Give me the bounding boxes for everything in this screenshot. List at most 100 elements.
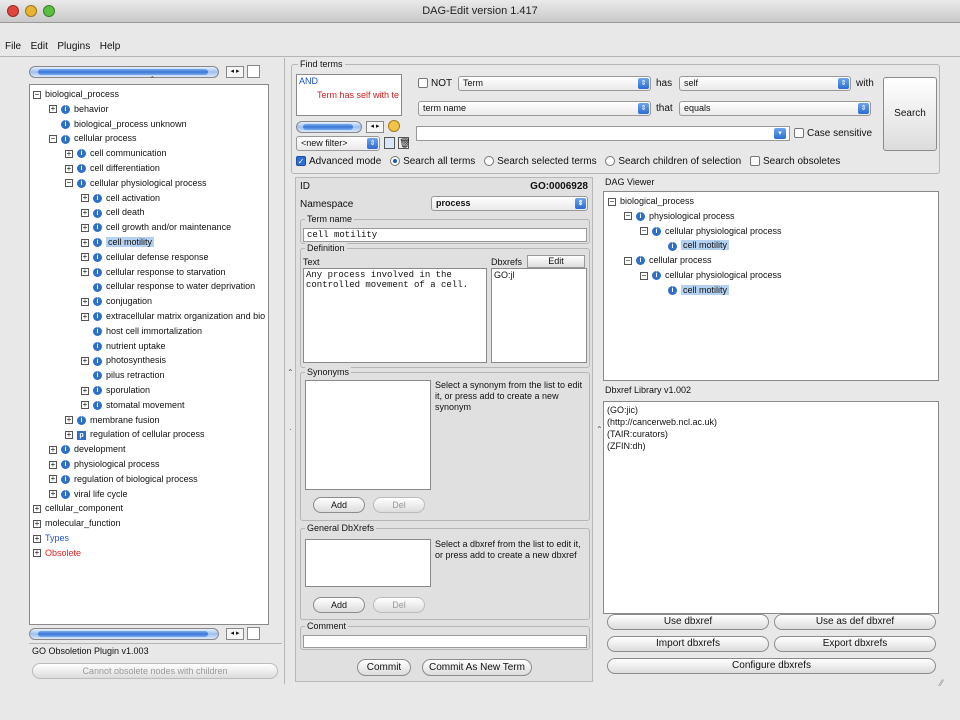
- tree-node[interactable]: + p regulation of cellular process: [65, 427, 205, 442]
- case-sensitive-checkbox[interactable]: [794, 128, 804, 139]
- definition-text[interactable]: Any process involved in the controlled m…: [303, 268, 487, 363]
- tree-node[interactable]: + i physiological process: [49, 457, 160, 472]
- right-splitter-arrow-icon[interactable]: ⌃: [596, 425, 603, 434]
- tree-scroll-arrows-top[interactable]: ◂ ▸: [226, 66, 244, 78]
- expand-icon[interactable]: +: [65, 416, 73, 425]
- dag-viewer-tree[interactable]: − biological_process − i physiological proce…: [603, 191, 939, 381]
- tree-scroll-arrows-bottom[interactable]: ◂ ▸: [226, 628, 244, 640]
- tree-node[interactable]: + molecular_function: [33, 516, 121, 531]
- dbxref-library-item[interactable]: (GO:jic): [604, 404, 938, 416]
- tree-node[interactable]: + i cell communication: [65, 146, 167, 161]
- expand-icon[interactable]: +: [49, 475, 57, 484]
- tree-node[interactable]: + i sporulation: [81, 383, 150, 398]
- equals-select[interactable]: equals ⇕: [679, 101, 871, 116]
- case-sensitive-row[interactable]: Case sensitive: [794, 128, 872, 139]
- namespace-select[interactable]: process ⇕: [431, 196, 588, 211]
- comment-input[interactable]: [303, 635, 587, 648]
- tree-node[interactable]: + i cellular defense response: [81, 250, 209, 265]
- expand-icon[interactable]: +: [49, 460, 57, 469]
- tree-scrollbar-top[interactable]: [29, 66, 219, 78]
- tree-node[interactable]: i cell motility: [656, 238, 730, 253]
- dbxref-library-item[interactable]: (http://cancerweb.ncl.ac.uk): [604, 416, 938, 428]
- expand-icon[interactable]: +: [81, 268, 89, 277]
- tree-node[interactable]: + cellular_component: [33, 501, 123, 516]
- expand-icon[interactable]: +: [33, 549, 41, 558]
- definition-dbxref-item[interactable]: GO:jl: [494, 270, 515, 280]
- term-name-input[interactable]: cell motility: [303, 228, 587, 242]
- tree-node[interactable]: + i development: [49, 442, 126, 457]
- search-selected-radio[interactable]: [484, 156, 495, 167]
- expand-icon[interactable]: +: [81, 238, 89, 247]
- not-checkbox-row[interactable]: NOT: [418, 78, 452, 89]
- tree-node[interactable]: + i cell activation: [81, 191, 160, 206]
- tree-node[interactable]: + Types: [33, 531, 69, 546]
- tree-node[interactable]: + i photosynthesis: [81, 353, 166, 368]
- add-dbxref-button[interactable]: Add: [313, 597, 365, 613]
- splitter-dot-icon[interactable]: ·: [289, 425, 292, 434]
- tree-node[interactable]: − i cellular process: [49, 131, 137, 146]
- use-dbxref-button[interactable]: Use dbxref: [607, 614, 769, 630]
- export-dbxrefs-button[interactable]: Export dbxrefs: [774, 636, 936, 652]
- tree-node[interactable]: − i cellular process: [624, 253, 712, 268]
- expand-icon[interactable]: +: [33, 534, 41, 543]
- use-as-def-dbxref-button[interactable]: Use as def dbxref: [774, 614, 936, 630]
- expand-icon[interactable]: +: [81, 209, 89, 218]
- collapse-icon[interactable]: −: [33, 90, 41, 99]
- tree-node[interactable]: − i cellular physiological process: [640, 224, 782, 239]
- save-filter-icon[interactable]: [384, 137, 395, 149]
- expand-icon[interactable]: +: [49, 490, 57, 499]
- edit-dbxrefs-button[interactable]: Edit: [527, 255, 585, 268]
- menu-file[interactable]: File: [5, 38, 21, 55]
- filter-list-scrollbar[interactable]: ◂ ▸: [296, 120, 402, 134]
- expand-icon[interactable]: +: [33, 505, 41, 514]
- collapse-icon[interactable]: −: [608, 197, 616, 206]
- collapse-icon[interactable]: −: [49, 135, 57, 144]
- tree-node[interactable]: + i cell death: [81, 205, 145, 220]
- expand-icon[interactable]: +: [81, 297, 89, 306]
- advanced-mode-checkbox[interactable]: ✓: [296, 156, 306, 167]
- synonyms-list[interactable]: [305, 380, 431, 490]
- collapse-icon[interactable]: −: [640, 271, 648, 280]
- tree-node[interactable]: + i cell differentiation: [65, 161, 160, 176]
- resize-grip-icon[interactable]: ⁄⁄: [940, 678, 943, 688]
- tree-node[interactable]: i host cell immortalization: [81, 324, 202, 339]
- tree-node[interactable]: + i regulation of biological process: [49, 472, 198, 487]
- collapse-icon[interactable]: −: [624, 256, 632, 265]
- not-checkbox[interactable]: [418, 78, 428, 89]
- expand-icon[interactable]: +: [65, 164, 73, 173]
- definition-dbxref-list[interactable]: GO:jl: [491, 268, 587, 363]
- search-all-radio[interactable]: [390, 156, 401, 167]
- expand-icon[interactable]: +: [49, 105, 57, 114]
- tree-node[interactable]: + i behavior: [49, 102, 109, 117]
- tree-node[interactable]: + i membrane fusion: [65, 413, 160, 428]
- ontology-tree[interactable]: − biological_process + i behavior i biological…: [29, 84, 269, 625]
- dbxref-library-list[interactable]: (GO:jic) (http://cancerweb.ncl.ac.uk) (T…: [603, 401, 939, 614]
- search-button[interactable]: Search: [883, 77, 937, 151]
- self-select[interactable]: self ⇕: [679, 76, 851, 91]
- term-name-select[interactable]: term name ⇕: [418, 101, 651, 116]
- left-splitter[interactable]: [284, 58, 285, 684]
- tree-node[interactable]: + i stomatal movement: [81, 398, 185, 413]
- collapse-icon[interactable]: −: [624, 212, 632, 221]
- collapse-icon[interactable]: −: [640, 227, 648, 236]
- tree-scrollbar-bottom[interactable]: [29, 628, 219, 640]
- collapse-icon[interactable]: −: [65, 179, 73, 188]
- configure-dbxrefs-button[interactable]: Configure dbxrefs: [607, 658, 936, 674]
- search-obsoletes-checkbox[interactable]: [750, 156, 761, 167]
- commit-button[interactable]: Commit: [357, 659, 411, 676]
- tree-corner-box[interactable]: [247, 65, 260, 78]
- collapse-arrow-icon[interactable]: ⌃: [287, 368, 294, 377]
- general-dbxrefs-list[interactable]: [305, 539, 431, 587]
- add-synonym-button[interactable]: Add: [313, 497, 365, 513]
- tree-node[interactable]: − biological_process: [33, 87, 119, 102]
- dbxref-library-item[interactable]: (TAIR:curators): [604, 428, 938, 440]
- tree-node[interactable]: + i conjugation: [81, 294, 152, 309]
- expand-icon[interactable]: +: [49, 445, 57, 454]
- tree-node[interactable]: − i cellular physiological process: [65, 176, 207, 191]
- tree-node[interactable]: i nutrient uptake: [81, 339, 166, 354]
- expand-icon[interactable]: +: [65, 431, 73, 440]
- expand-icon[interactable]: +: [81, 312, 89, 321]
- dbxref-library-item[interactable]: (ZFIN:dh): [604, 440, 938, 452]
- trash-icon[interactable]: 🗑: [398, 137, 410, 149]
- gear-icon[interactable]: [388, 120, 400, 132]
